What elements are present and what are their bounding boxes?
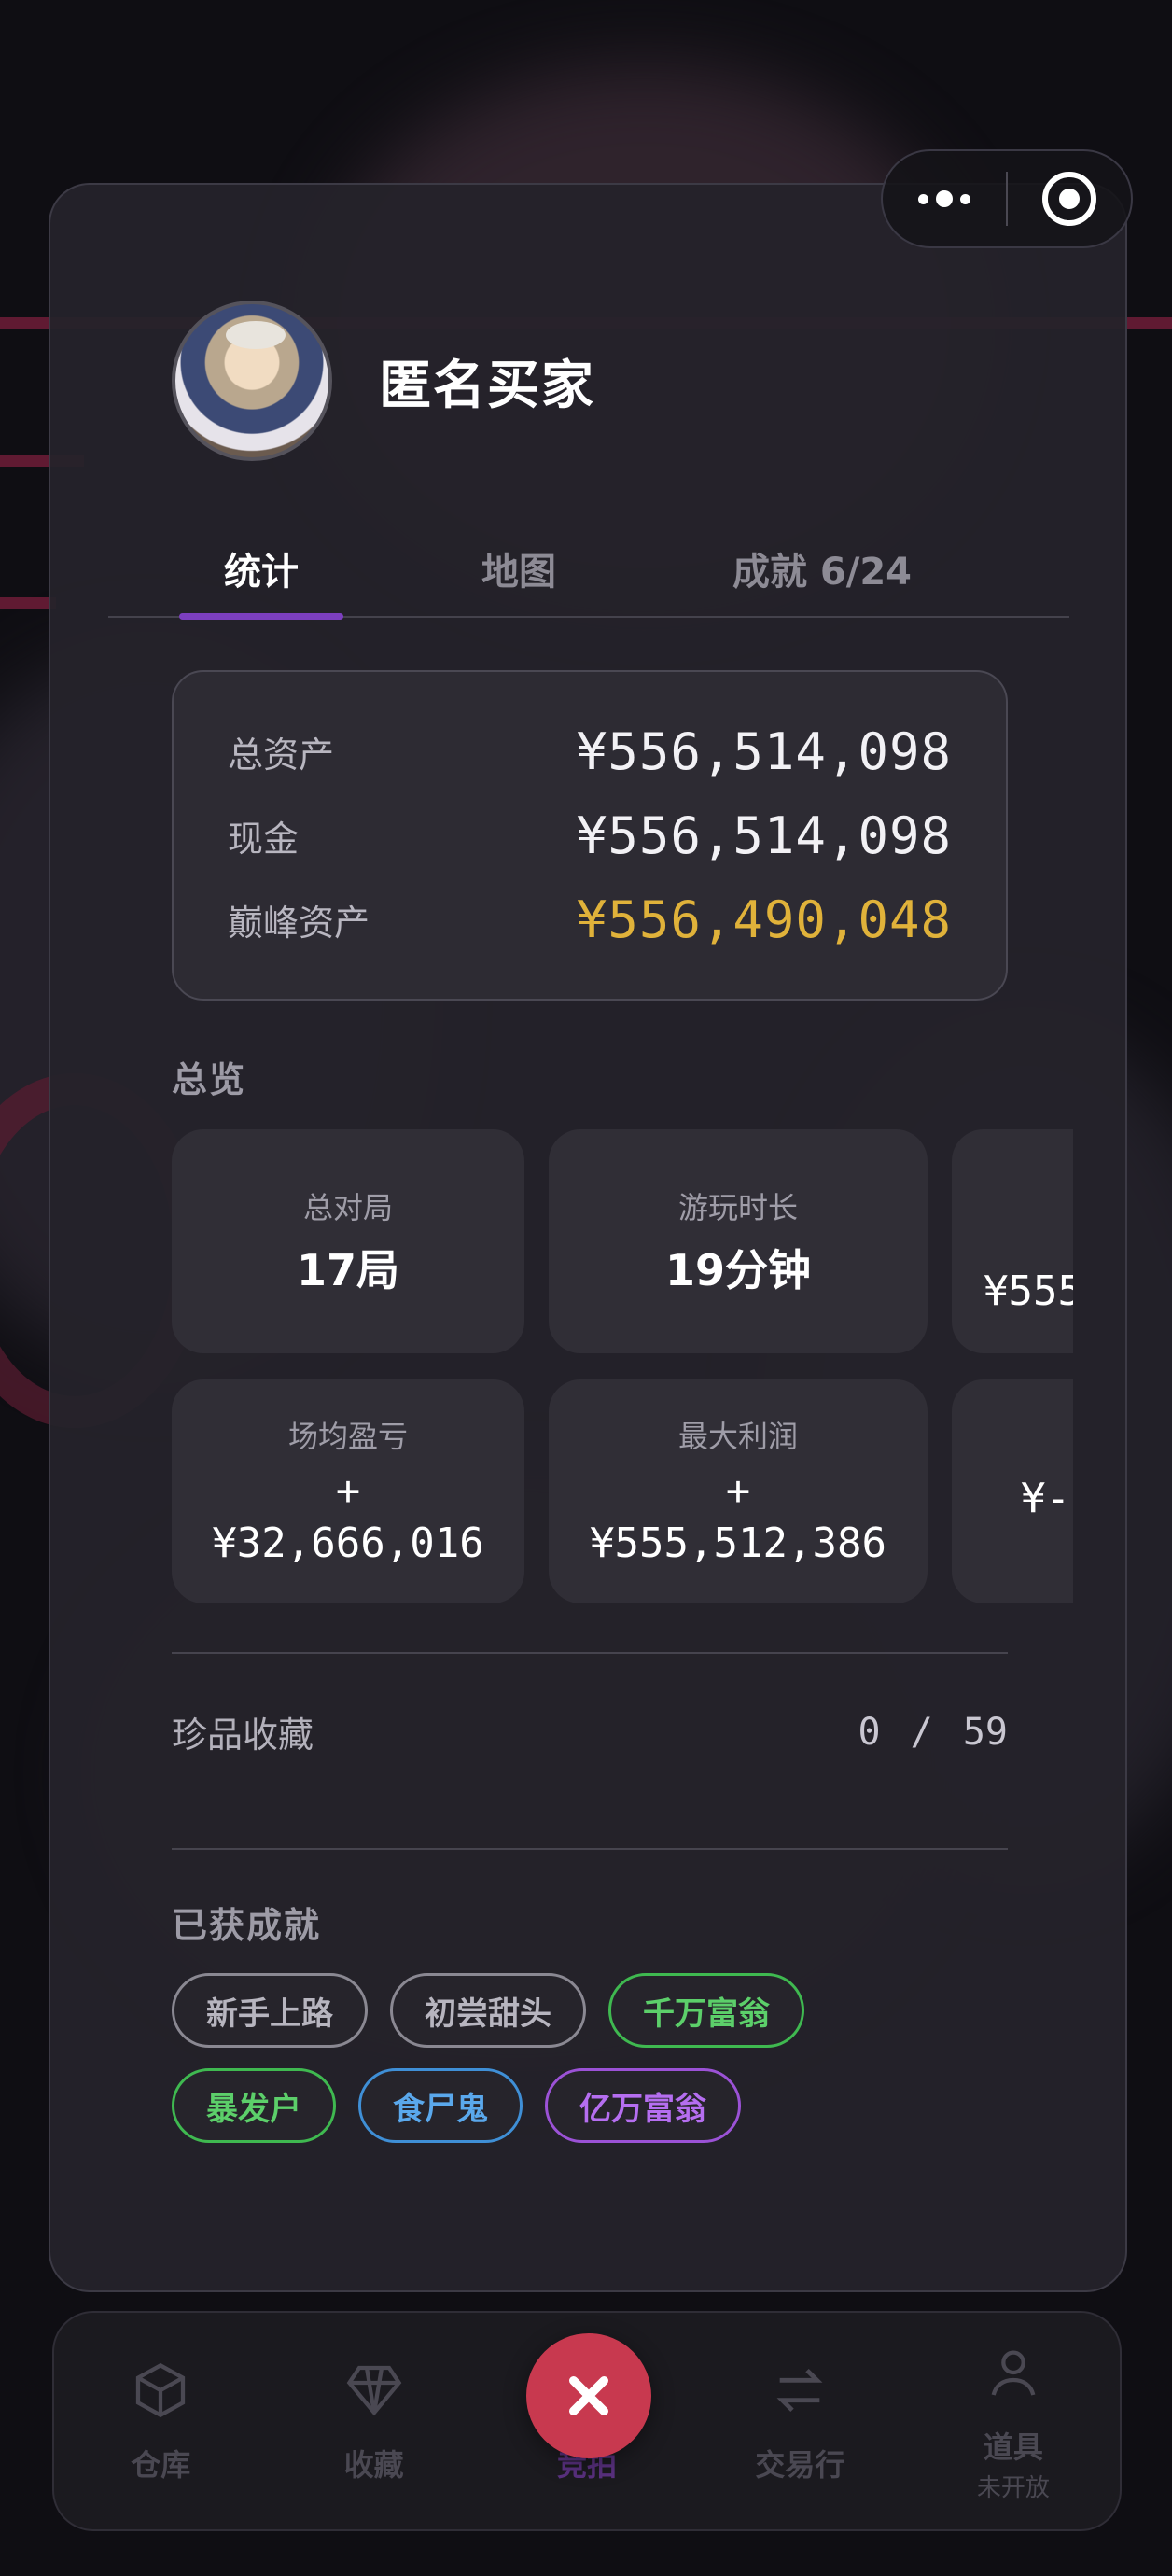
tile-amount: ¥32,666,016 — [212, 1519, 484, 1567]
asset-row-cash: 现金 ¥556,514,098 — [228, 793, 952, 877]
asset-row-peak: 巅峰资产 ¥556,490,048 — [228, 877, 952, 961]
asset-label: 总资产 — [228, 734, 335, 776]
tile-label: 游玩时长 — [677, 1190, 798, 1225]
nav-label: 交易行 — [755, 2447, 845, 2483]
overview-tiles-row-1: 总对局 17局 游玩时长 19分钟 ¥555 — [172, 1129, 1073, 1353]
user-icon — [981, 2340, 1046, 2405]
tab-map[interactable]: 地图 — [440, 519, 598, 618]
nav-item-collection[interactable]: 收藏 — [267, 2313, 480, 2529]
tile-value: 19分钟 — [664, 1245, 811, 1295]
profile-header: 匿名买家 — [172, 301, 595, 461]
stat-tile-games: 总对局 17局 — [172, 1129, 524, 1353]
tile-sign: + — [335, 1467, 361, 1515]
active-tab-indicator — [179, 613, 343, 620]
tile-value: ¥- — [1021, 1475, 1070, 1522]
nav-item-warehouse[interactable]: 仓库 — [54, 2313, 267, 2529]
stat-tile-partial: ¥555 — [952, 1129, 1073, 1353]
achievement-badge[interactable]: 暴发户 — [172, 2068, 336, 2143]
achievement-badge[interactable]: 初尝甜头 — [390, 1973, 586, 2048]
achievement-badge[interactable]: 亿万富翁 — [545, 2068, 741, 2143]
collection-label: 珍品收藏 — [172, 1715, 314, 1756]
asset-value: ¥556,514,098 — [576, 721, 952, 781]
nav-item-exchange[interactable]: 交易行 — [693, 2313, 906, 2529]
asset-value-peak: ¥556,490,048 — [576, 889, 952, 949]
nav-label: 仓库 — [131, 2447, 191, 2483]
divider — [172, 1652, 1008, 1654]
tab-achievements-label: 成就 6/24 — [732, 551, 913, 594]
username: 匿名买家 — [379, 355, 595, 416]
achievements-title: 已获成就 — [172, 1905, 322, 1946]
nav-item-items[interactable]: 道具 未开放 — [907, 2313, 1120, 2529]
achievement-badge[interactable]: 千万富翁 — [608, 1973, 804, 2048]
tab-stats[interactable]: 统计 — [179, 519, 343, 620]
achievement-badge[interactable]: 食尸鬼 — [358, 2068, 523, 2143]
divider — [172, 1848, 1008, 1850]
nav-label: 道具 — [983, 2429, 1043, 2465]
tile-value: 17局 — [296, 1245, 399, 1295]
tile-value: + ¥555,512,386 — [590, 1465, 886, 1570]
tile-sign: + — [725, 1467, 751, 1515]
overview-tiles-row-2: 场均盈亏 + ¥32,666,016 最大利润 + ¥555,512,386 ¥… — [172, 1379, 1073, 1603]
avatar[interactable] — [172, 301, 332, 461]
tile-value: ¥555 — [984, 1267, 1073, 1315]
stat-tile-playtime: 游玩时长 19分钟 — [549, 1129, 928, 1353]
asset-row-total: 总资产 ¥556,514,098 — [228, 709, 952, 793]
tab-stats-label: 统计 — [224, 551, 299, 594]
asset-label: 现金 — [228, 818, 300, 860]
stat-tile-avg-profit: 场均盈亏 + ¥32,666,016 — [172, 1379, 524, 1603]
close-overlay-button[interactable] — [526, 2333, 651, 2458]
collection-value: 0 / 59 — [858, 1710, 1009, 1754]
tab-map-label: 地图 — [481, 551, 556, 594]
tile-label: 总对局 — [302, 1190, 393, 1225]
nav-sublabel: 未开放 — [976, 2473, 1050, 2502]
achievement-badge[interactable]: 新手上路 — [172, 1973, 368, 2048]
box-icon — [128, 2358, 193, 2423]
tile-label: 场均盈亏 — [287, 1419, 408, 1454]
tab-bar: 统计 地图 成就 6/24 — [108, 519, 1069, 620]
mini-program-capsule — [881, 149, 1133, 248]
diamond-icon — [342, 2358, 407, 2423]
stat-tile-max-profit: 最大利润 + ¥555,512,386 — [549, 1379, 928, 1603]
tile-amount: ¥555,512,386 — [590, 1519, 886, 1567]
close-icon — [569, 2376, 608, 2415]
tile-value: + ¥32,666,016 — [212, 1465, 483, 1570]
target-close-icon[interactable] — [1008, 151, 1131, 246]
nav-label: 收藏 — [343, 2447, 404, 2483]
stat-tile-partial: ¥- — [952, 1379, 1073, 1603]
tab-achievements[interactable]: 成就 6/24 — [677, 519, 967, 618]
asset-label: 巅峰资产 — [228, 902, 370, 944]
assets-panel: 总资产 ¥556,514,098 现金 ¥556,514,098 巅峰资产 ¥5… — [172, 670, 1008, 1001]
more-dots-icon[interactable] — [883, 151, 1006, 246]
collection-row[interactable]: 珍品收藏 0 / 59 — [172, 1706, 1008, 1757]
overview-title: 总览 — [172, 1059, 247, 1100]
swap-icon — [767, 2358, 832, 2423]
tile-label: 最大利润 — [677, 1419, 798, 1454]
asset-value: ¥556,514,098 — [576, 805, 952, 865]
achievement-badges: 新手上路 初尝甜头 千万富翁 暴发户 食尸鬼 亿万富翁 — [172, 1973, 1008, 2163]
profile-stats-card: 匿名买家 统计 地图 成就 6/24 总资产 ¥556,514,098 现金 ¥… — [49, 183, 1127, 2292]
